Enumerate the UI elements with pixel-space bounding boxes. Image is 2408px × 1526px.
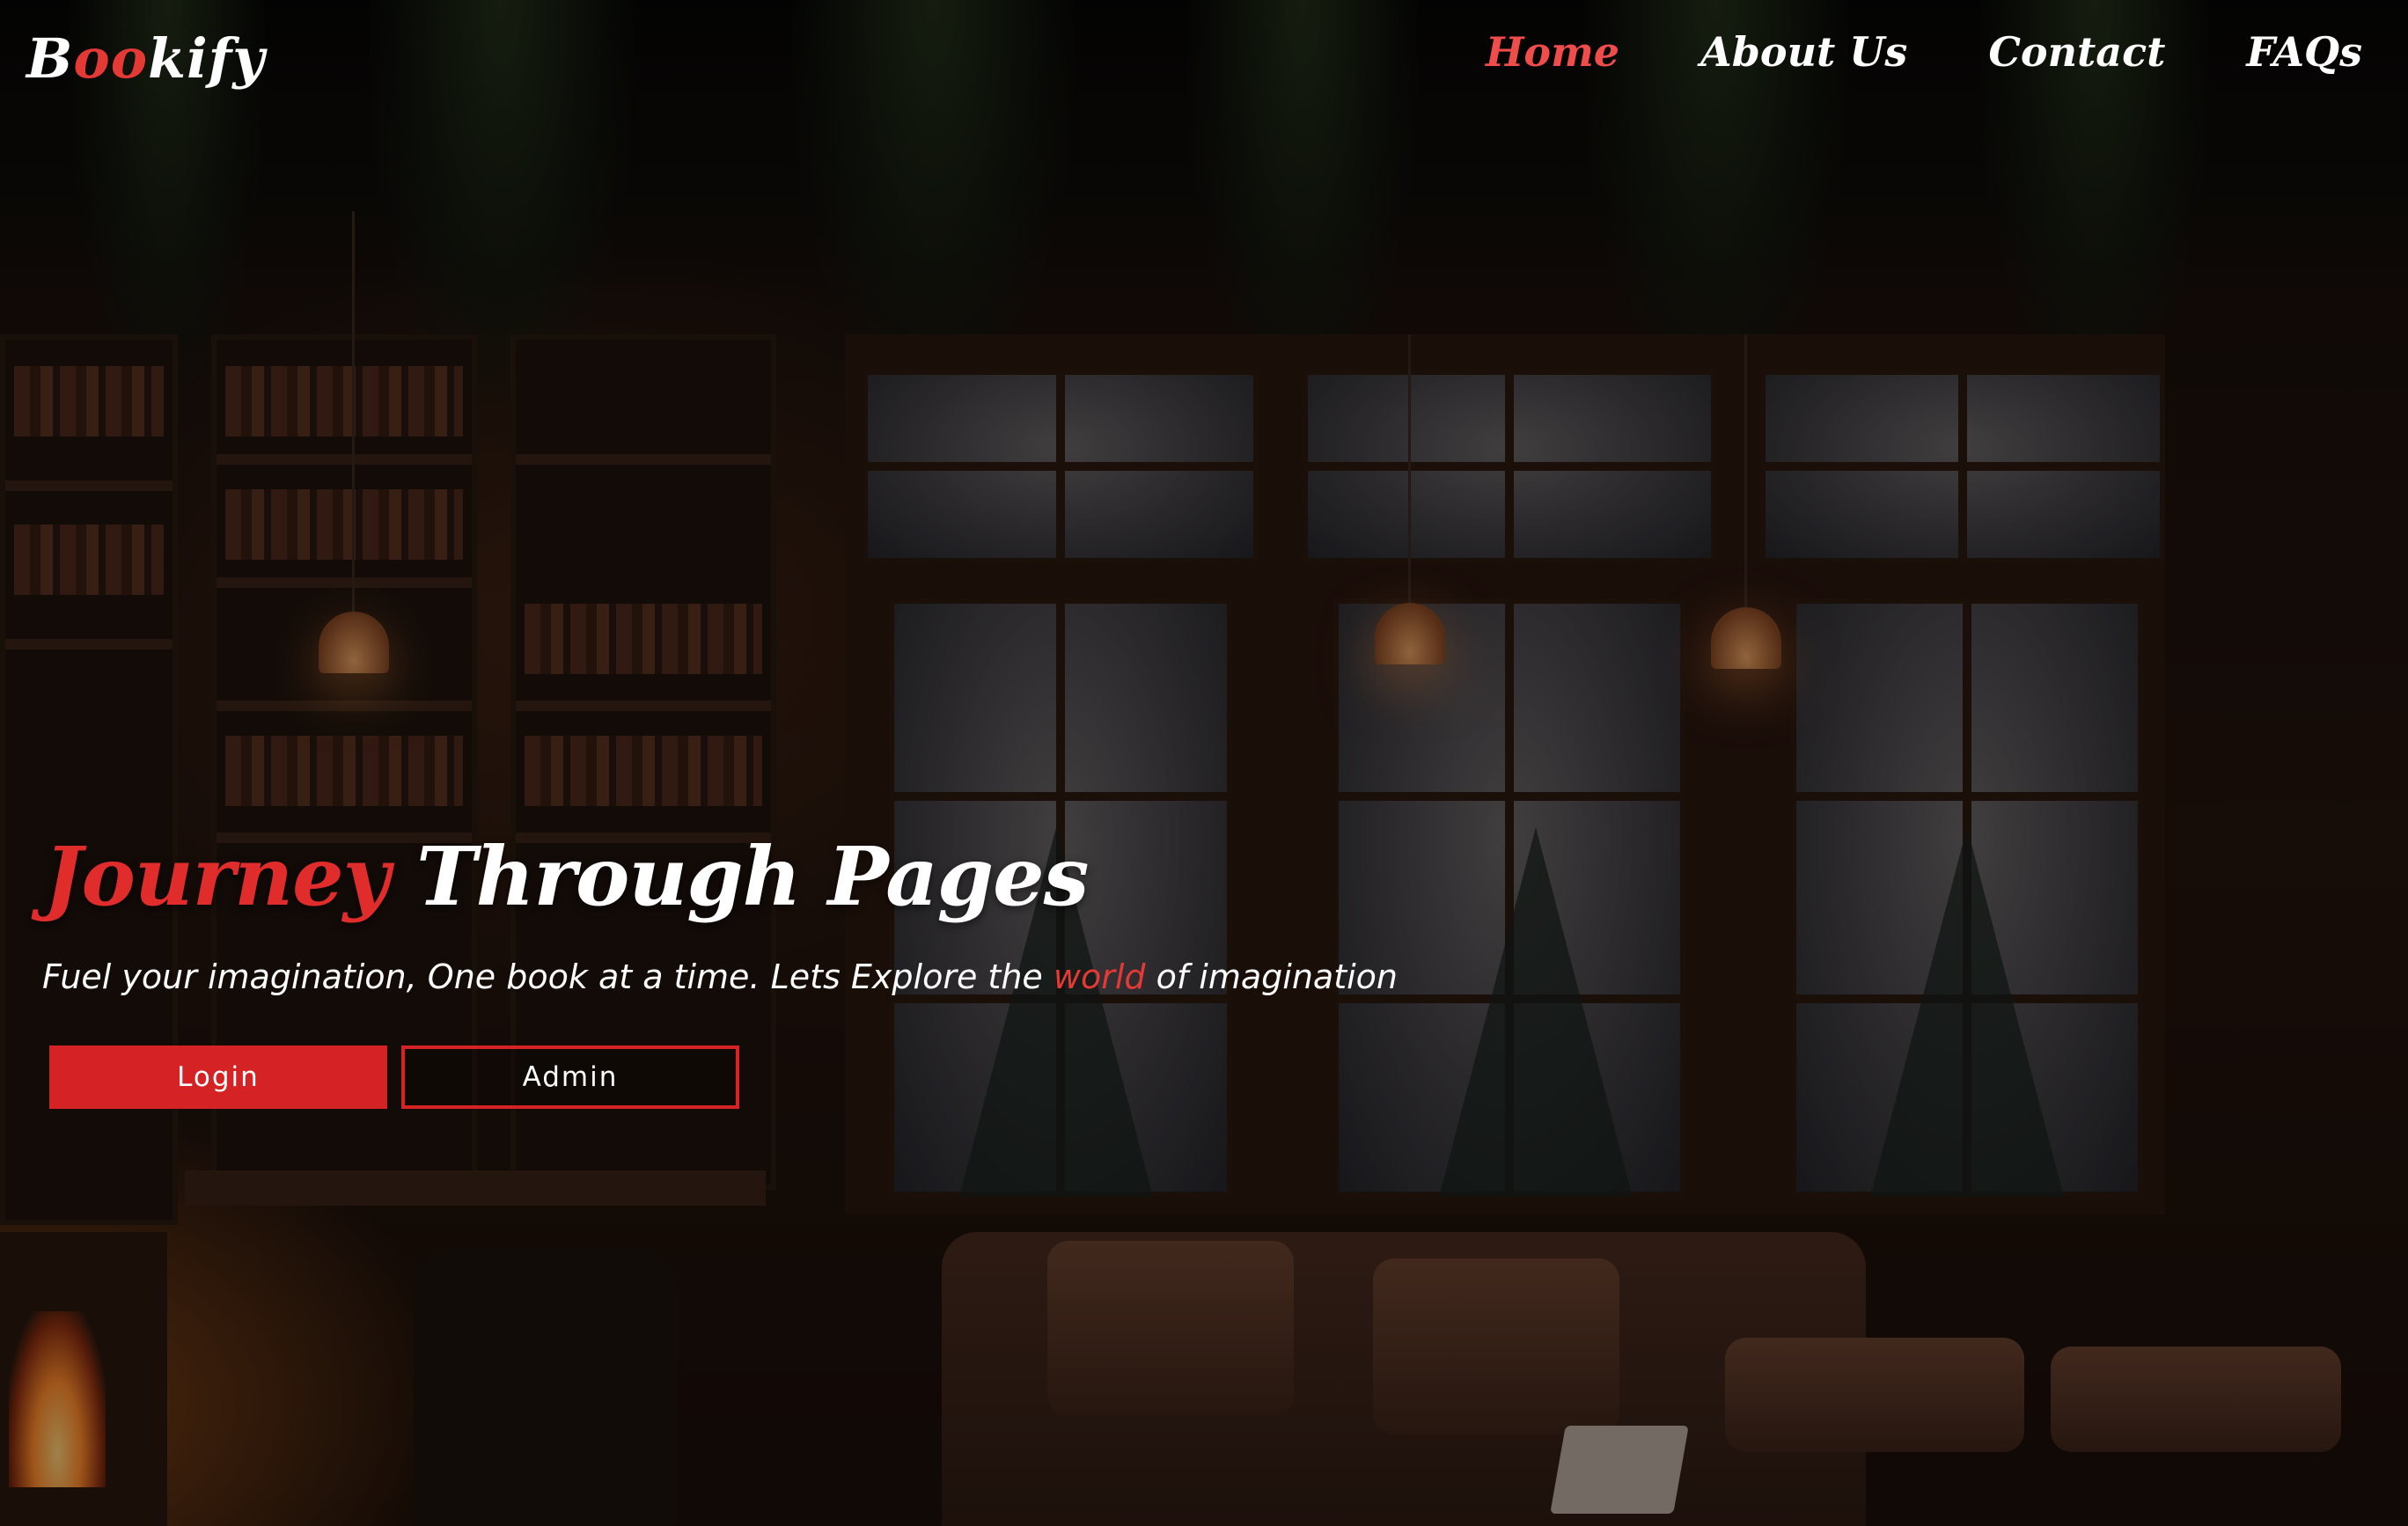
nav-about-us-link[interactable]: About Us — [1700, 28, 1907, 76]
page: Bookify Home About Us Contact FAQs Journ… — [0, 0, 2408, 1526]
login-button[interactable]: Login — [49, 1045, 387, 1109]
hero-subtitle-end: of imagination — [1145, 957, 1398, 996]
hero-title-accent: Journey — [44, 829, 390, 924]
nav-home-link[interactable]: Home — [1486, 28, 1619, 76]
admin-button[interactable]: Admin — [401, 1045, 739, 1109]
hero-subtitle-accent: world — [1053, 957, 1146, 996]
main-nav: Home About Us Contact FAQs — [1486, 28, 2362, 76]
hero-subtitle: Fuel your imagination, One book at a tim… — [42, 957, 1398, 996]
logo-text-start: B — [26, 26, 74, 91]
logo-text-accent: oo — [73, 26, 149, 91]
cozy-library-background-image — [0, 0, 2408, 1526]
hero-subtitle-start: Fuel your imagination, One book at a tim… — [42, 957, 1054, 996]
nav-faqs-link[interactable]: FAQs — [2246, 28, 2362, 76]
nav-contact-link[interactable]: Contact — [1988, 28, 2165, 76]
bookify-logo[interactable]: Bookify — [26, 26, 265, 91]
hero-title: Journey Through Pages — [44, 829, 1089, 924]
logo-text-end: kify — [148, 26, 266, 91]
hero-title-rest: Through Pages — [389, 829, 1089, 924]
